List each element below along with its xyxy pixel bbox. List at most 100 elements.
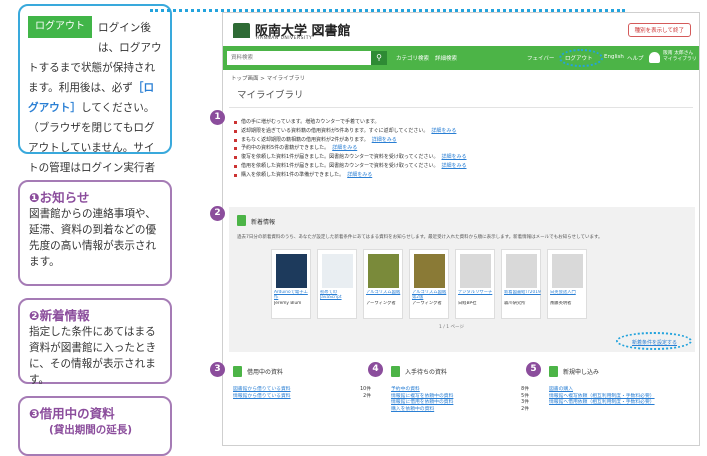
book-cover <box>552 254 583 288</box>
list-item-link[interactable]: 図書の購入 <box>549 387 573 392</box>
list-item-link[interactable]: 購入を依頼中の資料 <box>391 407 434 412</box>
callout-new-body: 指定した条件にあてはまる資料が図書館に入ったときに、その情報が表示されます。 <box>29 326 157 386</box>
search-icon: ⚲ <box>376 53 382 62</box>
nav-favorite[interactable]: フェイバー <box>527 54 554 62</box>
library-logo-icon <box>233 23 250 38</box>
book-cover <box>322 254 353 288</box>
waiting-icon <box>391 366 400 377</box>
user-name-line2: マイライブラリ <box>663 57 697 62</box>
page-title: マイライブラリ <box>229 86 693 108</box>
book-cover <box>276 254 307 288</box>
book-cover <box>414 254 445 288</box>
callout-borrowed-sub: (貸出期間の延長) <box>49 424 133 436</box>
notice-row: 購入を依頼した資料1件の準備ができました。 詳細をみる <box>233 171 689 180</box>
new-arrivals-description: 過去7日分の新着資料のうち、あなたが設定した新着条件にあてはまる資料をお知らせし… <box>237 235 603 240</box>
borrowed-section: 借用中の資料 図書館から借りている資料 10件 情報館から借りている資料 2件 <box>229 363 374 445</box>
list-item: 情報館へ借用依頼（相互利用制度・手数料必要） <box>549 400 689 407</box>
nav-category-search[interactable]: カテゴリ検索 <box>396 54 429 62</box>
borrowed-title: 借用中の資料 <box>247 369 284 376</box>
library-screen: 阪南大学 図書館 HANNAN UNIVERSITY 種別を表示して終了 ⚲ カ… <box>222 12 700 446</box>
notice-text: 復写を依頼した資料1件が届きました。図書館カウンターで資料を受け取ってください。 <box>241 154 439 161</box>
library-header: 阪南大学 図書館 HANNAN UNIVERSITY 種別を表示して終了 <box>223 13 699 46</box>
marker-1: 1 <box>210 110 225 125</box>
book-cover <box>460 254 491 288</box>
notice-detail-link[interactable]: 詳細をみる <box>347 172 372 178</box>
book-title[interactable]: 新着図書紹介2019 <box>504 290 542 300</box>
book-title[interactable]: アルゴリズム図鑑 <box>366 290 404 300</box>
list-item: 購入を依頼中の資料 2件 <box>391 407 531 414</box>
book-title[interactable]: Arduinoで電子工作 <box>274 290 312 300</box>
list-item-link[interactable]: 情報館へ借用依頼（相互利用制度・手数料必要） <box>549 400 655 405</box>
notice-text: 予約中の資料5件の書籍ができました。 <box>241 145 330 152</box>
apply-icon <box>549 366 558 377</box>
list-item-count: 2件 <box>521 406 529 412</box>
callout-notice-body: 図書館からの連絡事項や、延滞、資料の到着などの優先度の高い情報が表示されます。 <box>29 208 157 268</box>
pager: 1 / 1 ページ <box>439 325 464 330</box>
book-title[interactable]: デジタルリサーチ <box>458 290 496 300</box>
list-item-link[interactable]: 情報館へ複写依頼（相互利用制度・手数料必要） <box>549 394 655 399</box>
setting-highlight-circle <box>616 332 692 350</box>
notice-text: 借用を依頼した資料1件が届きました。図書館カウンターで資料を受け取ってください。 <box>241 162 439 169</box>
breadcrumb: トップ画面 > マイライブラリ <box>231 76 306 82</box>
notice-detail-link[interactable]: 詳細をみる <box>442 154 467 160</box>
book-card[interactable]: 初めてのJavaScript <box>317 249 357 319</box>
book-card[interactable]: 新着図書紹介2019 森川研究所 <box>501 249 541 319</box>
logout-highlight-circle <box>559 49 603 67</box>
book-title[interactable]: 日英会話入門 <box>550 290 588 300</box>
header-end-button[interactable]: 種別を表示して終了 <box>627 23 691 37</box>
marker-5: 5 <box>526 362 541 377</box>
callout-borrowed: ❸借用中の資料 (貸出期間の延長) <box>18 396 172 456</box>
book-card[interactable]: アルゴリズム図鑑 アーウィング者 <box>363 249 403 319</box>
apply-rows: 図書の購入 情報館へ複写依頼（相互利用制度・手数料必要） 情報館へ借用依頼（相互… <box>549 387 689 407</box>
notice-row: 予約中の資料5件の書籍ができました。 詳細をみる <box>233 144 689 153</box>
book-author: Jeremy Blum <box>274 301 302 306</box>
book-title[interactable]: アルゴリズム図鑑 第2版 <box>412 290 450 300</box>
list-item: 情報館から借りている資料 2件 <box>233 394 373 401</box>
nav-detail-search[interactable]: 詳細検索 <box>435 54 457 62</box>
list-item-link[interactable]: 情報館に借用を依頼中の資料 <box>391 400 453 405</box>
notice-row: まもなく返却期限の籍相籍の借用資料が2件があります。 詳細をみる <box>233 136 689 145</box>
notice-detail-link[interactable]: 詳細をみる <box>442 163 467 169</box>
book-card[interactable]: 日英会話入門 斎藤英明者 <box>547 249 587 319</box>
list-item-link[interactable]: 情報館から借りている資料 <box>233 394 291 399</box>
book-author: 斎藤英明者 <box>550 301 572 306</box>
green-navbar: ⚲ カテゴリ検索 詳細検索 フェイバー ログアウト English ヘルプ 阪南… <box>223 46 699 70</box>
new-arrivals-title: 新着情報 <box>251 219 276 226</box>
nav-help[interactable]: ヘルプ <box>627 54 644 62</box>
callout-borrowed-title: ❸借用中の資料 <box>29 406 115 421</box>
user-name[interactable]: 阪南 太郎さん マイライブラリ <box>663 51 697 63</box>
new-arrivals-panel: 新着情報 過去7日分の新着資料のうち、あなたが設定した新着条件にあてはまる資料を… <box>229 207 695 352</box>
logout-badge: ログアウト <box>28 16 92 38</box>
notice-row: 復写を依頼した資料1件が届きました。図書館カウンターで資料を受け取ってください。… <box>233 153 689 162</box>
notice-text: 購入を依頼した資料1件の準備ができました。 <box>241 171 345 178</box>
book-card[interactable]: デジタルリサーチ 日経BP社 <box>455 249 495 319</box>
notice-row: 借用を依頼した資料1件が届きました。図書館カウンターで資料を受け取ってください。… <box>233 162 689 171</box>
waiting-rows: 予約中の資料 8件 情報館に複写を依頼中の資料 5件 情報館に借用を依頼中の資料 3件… <box>391 387 531 413</box>
book-cover <box>506 254 537 288</box>
book-card[interactable]: アルゴリズム図鑑 第2版 アーウィング者 <box>409 249 449 319</box>
book-cover <box>368 254 399 288</box>
search-button[interactable]: ⚲ <box>371 51 387 65</box>
book-author <box>320 301 358 311</box>
library-logo-sub: HANNAN UNIVERSITY <box>256 36 313 41</box>
notice-detail-link[interactable]: 詳細をみる <box>332 145 357 151</box>
list-item-link[interactable]: 図書館から借りている資料 <box>233 387 291 392</box>
book-card[interactable]: Arduinoで電子工作 Jeremy Blum <box>271 249 311 319</box>
user-icon <box>649 52 660 63</box>
borrowed-icon <box>233 366 242 377</box>
book-author: 森川研究所 <box>504 301 526 306</box>
callout-new-arrivals: ❷新着情報 指定した条件にあてはまる資料が図書館に入ったときに、その情報が表示さ… <box>18 298 172 386</box>
callout-notice: ❶お知らせ 図書館からの連絡事項や、延滞、資料の到着などの優先度の高い情報が表示… <box>18 180 172 286</box>
nav-english[interactable]: English <box>604 54 624 60</box>
list-item-link[interactable]: 予約中の資料 <box>391 387 420 392</box>
marker-3: 3 <box>210 362 225 377</box>
search-input[interactable] <box>227 51 371 65</box>
book-author: 日経BP社 <box>458 301 477 306</box>
marker-4: 4 <box>368 362 383 377</box>
notice-list: 借の手に増がむっています。増殖カウンターで手着ています。 返却期限を過ぎている資… <box>233 118 689 180</box>
new-arrivals-icon <box>237 215 246 226</box>
book-title[interactable]: 初めてのJavaScript <box>320 290 358 300</box>
notice-detail-link[interactable]: 詳細をみる <box>431 128 456 134</box>
list-item-link[interactable]: 情報館に複写を依頼中の資料 <box>391 394 453 399</box>
notice-detail-link[interactable]: 詳細をみる <box>372 137 397 143</box>
